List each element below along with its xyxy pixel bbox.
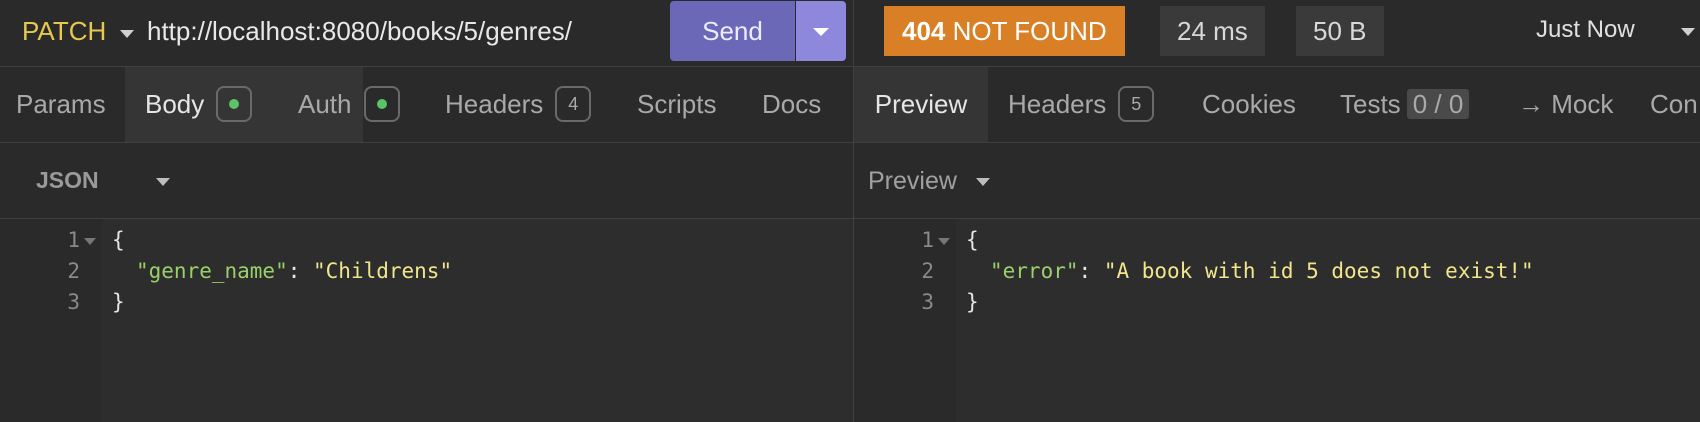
response-pane: 404 NOT FOUND 24 ms 50 B Just Now Previe…	[854, 0, 1700, 422]
tab-label: Params	[16, 89, 106, 119]
tab-label: Auth	[298, 89, 352, 119]
code-text: {	[966, 228, 979, 252]
tab-preview[interactable]: Preview	[854, 67, 988, 142]
tab-headers[interactable]: Headers 4	[445, 67, 592, 142]
body-editor[interactable]: 1 { 2 "genre_name": "Childrens" 3 }	[0, 219, 853, 422]
code-text: {	[112, 228, 125, 252]
tab-label: Scripts	[637, 89, 717, 119]
send-button[interactable]: Send	[670, 1, 795, 61]
preview-toolbar: Preview	[854, 143, 1700, 219]
tab-label: Headers	[445, 89, 544, 119]
json-value: "Childrens"	[313, 259, 453, 283]
chevron-down-icon[interactable]	[1681, 28, 1695, 36]
chevron-down-icon[interactable]	[120, 30, 134, 38]
code-text: }	[966, 290, 979, 314]
json-separator: :	[1078, 259, 1104, 283]
line-number: 1	[67, 228, 80, 252]
line-number: 3	[921, 290, 934, 314]
tab-label: → Mock	[1518, 89, 1614, 119]
headers-count-badge: 4	[555, 86, 592, 123]
code-text: }	[112, 290, 125, 314]
code-text: "error": "A book with id 5 does not exis…	[990, 256, 1534, 287]
chevron-down-icon[interactable]	[156, 178, 170, 186]
response-viewer[interactable]: 1 { 2 "error": "A book with id 5 does no…	[854, 219, 1700, 422]
tab-label: Preview	[874, 89, 968, 119]
tab-label: Headers	[1008, 89, 1107, 119]
tab-mock[interactable]: → Mock	[1518, 67, 1613, 142]
tab-scripts[interactable]: Scripts	[637, 67, 716, 142]
response-header: 404 NOT FOUND 24 ms 50 B Just Now	[854, 0, 1700, 67]
send-options-button[interactable]	[796, 1, 846, 61]
tests-count-badge: 0 / 0	[1406, 89, 1470, 120]
line-number: 3	[67, 290, 80, 314]
json-key: "genre_name"	[136, 259, 288, 283]
request-tabs: Params Body Auth Headers 4 Scripts Docs	[0, 67, 853, 143]
url-input[interactable]: http://localhost:8080/books/5/genres/	[147, 16, 572, 47]
body-status-dot-icon	[216, 86, 253, 123]
response-tabs: Preview Headers 5 Cookies Tests 0 / 0 → Mo…	[854, 67, 1700, 143]
auth-status-dot-icon	[363, 86, 400, 123]
chevron-down-icon[interactable]	[976, 178, 990, 186]
code-line: 3 }	[0, 287, 853, 318]
status-code: 404	[902, 16, 946, 46]
body-format-select[interactable]: JSON	[36, 167, 99, 194]
code-line: 1 {	[0, 225, 853, 256]
method-select[interactable]: PATCH	[22, 16, 106, 47]
tab-console[interactable]: Con	[1650, 67, 1698, 142]
tab-auth[interactable]: Auth	[298, 67, 400, 142]
fold-arrow-icon[interactable]	[938, 238, 950, 245]
preview-mode-select[interactable]: Preview	[868, 167, 957, 196]
tab-label: Con	[1650, 89, 1698, 119]
response-size: 50 B	[1296, 6, 1384, 56]
body-toolbar: JSON	[0, 143, 853, 219]
json-separator: :	[287, 259, 314, 283]
chevron-down-icon	[813, 28, 829, 36]
code-line: 2 "error": "A book with id 5 does not ex…	[854, 256, 1700, 287]
status-badge: 404 NOT FOUND	[884, 6, 1125, 56]
status-text: NOT FOUND	[952, 16, 1107, 46]
tab-params[interactable]: Params	[16, 67, 106, 142]
fold-arrow-icon[interactable]	[84, 238, 96, 245]
code-line: 2 "genre_name": "Childrens"	[0, 256, 853, 287]
tab-cookies[interactable]: Cookies	[1202, 67, 1296, 142]
tab-label: Docs	[762, 89, 822, 119]
url-bar: PATCH http://localhost:8080/books/5/genr…	[0, 0, 853, 67]
tab-label: Body	[145, 89, 205, 119]
line-number: 2	[921, 259, 934, 283]
line-number: 2	[67, 259, 80, 283]
line-number: 1	[921, 228, 934, 252]
request-pane: PATCH http://localhost:8080/books/5/genr…	[0, 0, 853, 422]
tab-tests[interactable]: Tests 0 / 0	[1340, 67, 1470, 142]
history-select[interactable]: Just Now	[1536, 16, 1635, 44]
response-time: 24 ms	[1160, 6, 1265, 56]
code-line: 1 {	[854, 225, 1700, 256]
code-text: "genre_name": "Childrens"	[136, 256, 452, 287]
json-key: "error"	[990, 259, 1079, 283]
json-value: "A book with id 5 does not exist!"	[1103, 259, 1534, 283]
tab-label: Cookies	[1202, 89, 1296, 119]
code-line: 3 }	[854, 287, 1700, 318]
tab-response-headers[interactable]: Headers 5	[1008, 67, 1155, 142]
headers-count-badge: 5	[1118, 86, 1155, 123]
tab-label: Tests	[1340, 89, 1401, 119]
tab-docs[interactable]: Docs	[762, 67, 821, 142]
